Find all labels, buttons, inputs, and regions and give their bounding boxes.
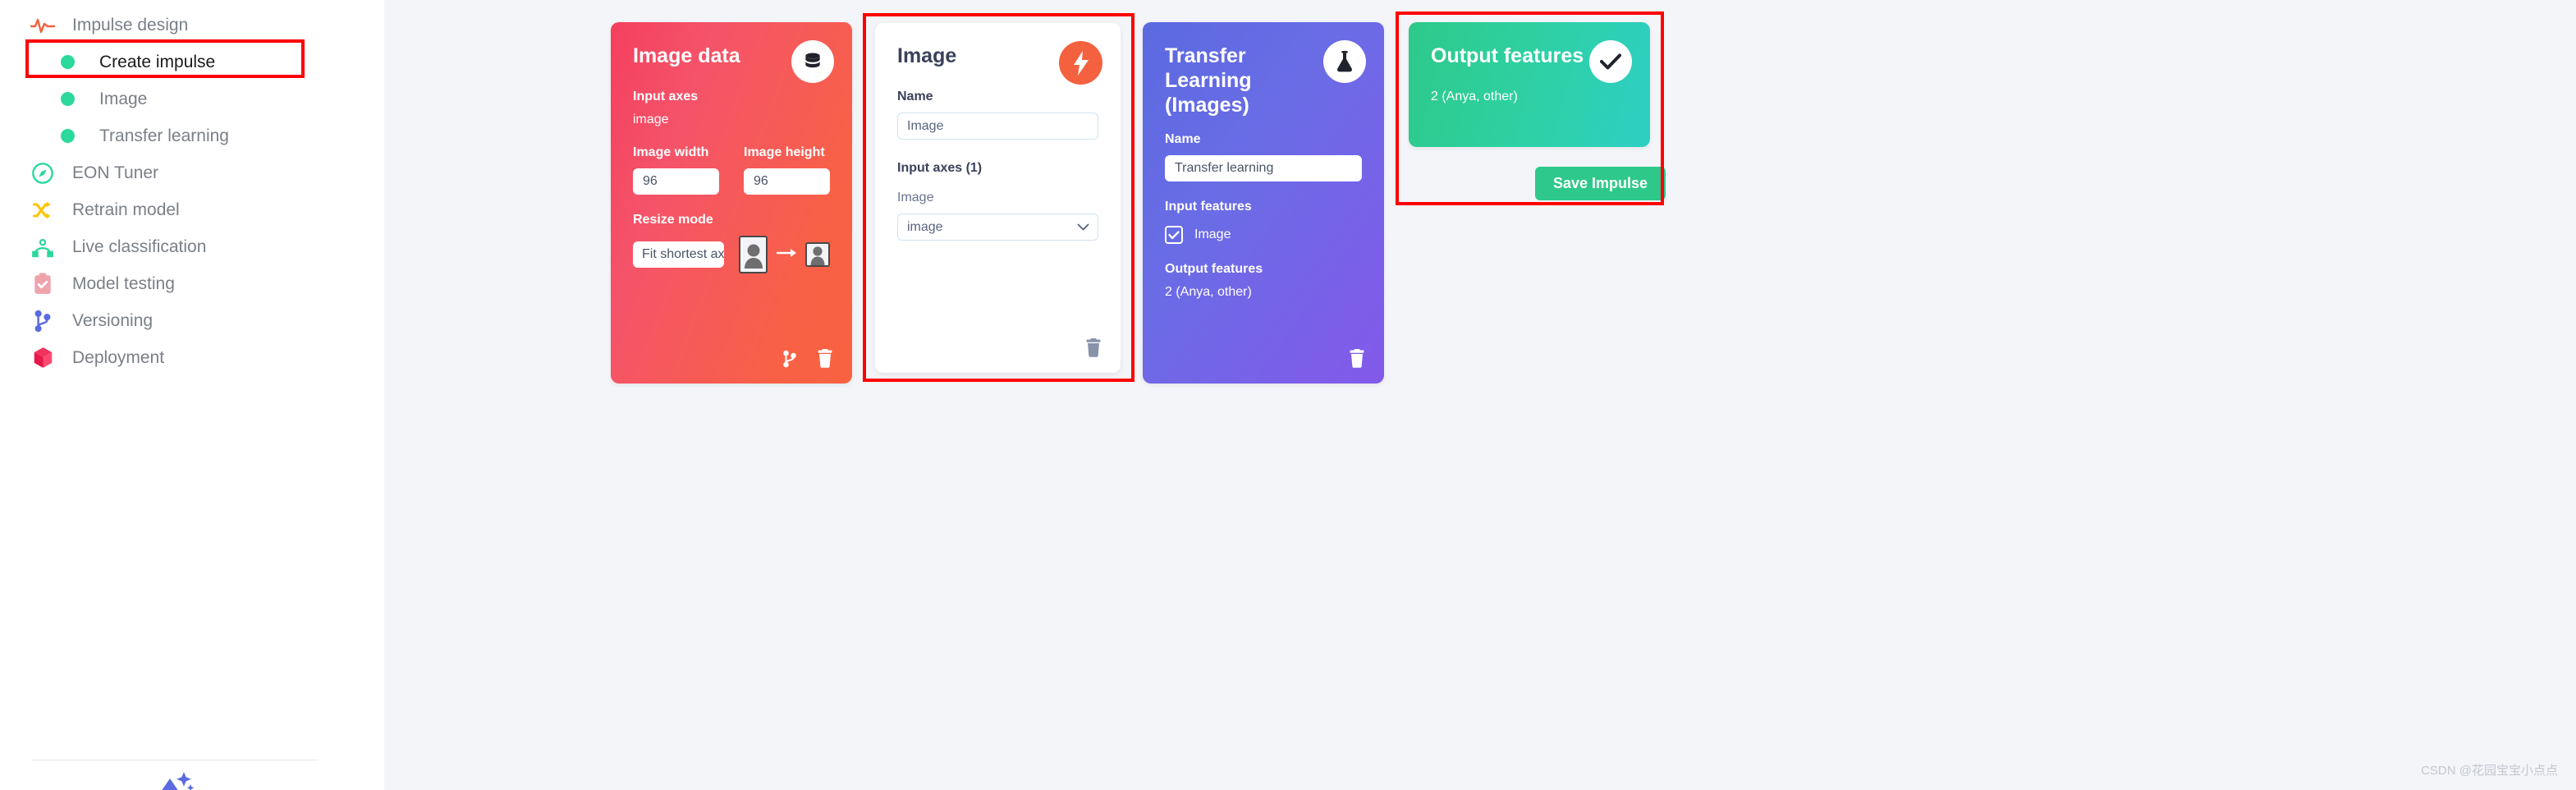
check-icon [1589, 40, 1632, 83]
image-width-label: Image width [633, 145, 709, 159]
sidebar-item-label: Deployment [72, 347, 165, 367]
database-icon [791, 40, 834, 83]
input-feature-label: Image [1194, 227, 1231, 241]
git-branch-icon[interactable] [782, 350, 798, 372]
sidebar-item-image[interactable]: Image [0, 80, 384, 117]
axis-select-value: image [907, 219, 943, 234]
name-input[interactable]: Transfer learning [1165, 155, 1362, 181]
sidebar-item-label: Create impulse [99, 52, 216, 71]
sidebar-item-create-impulse[interactable]: Create impulse [0, 44, 384, 80]
sidebar-item-label: EON Tuner [72, 163, 159, 182]
sidebar-item-label: Live classification [72, 237, 207, 256]
nodes-icon [25, 236, 61, 259]
sidebar-section-label: Impulse design [72, 15, 189, 34]
cube-icon [25, 347, 61, 370]
compass-icon [25, 162, 61, 185]
sidebar-item-retrain-model[interactable]: Retrain model [0, 191, 384, 228]
output-features-label: Output features [1165, 262, 1263, 276]
input-feature-row[interactable]: Image [1165, 226, 1362, 244]
status-dot-icon [61, 129, 75, 143]
sidebar-item-eon-tuner[interactable]: EON Tuner [0, 154, 384, 191]
magic-sparkle-icon[interactable] [156, 770, 195, 790]
input-axes-value: image [633, 113, 669, 126]
sidebar-section-impulse-design[interactable]: Impulse design [0, 7, 384, 44]
card-transfer-learning[interactable]: Transfer Learning (Images) Name Transfer… [1143, 22, 1384, 384]
sidebar-item-label: Image [99, 89, 148, 108]
axis-label: Image [897, 191, 934, 204]
sidebar-item-deployment[interactable]: Deployment [0, 339, 384, 376]
sidebar-item-transfer-learning[interactable]: Transfer learning [0, 117, 384, 154]
save-impulse-button[interactable]: Save Impulse [1535, 167, 1666, 200]
arrow-right-icon [776, 247, 797, 263]
watermark-text: CSDN @花园宝宝小点点 [2421, 764, 2558, 778]
card-footer-actions [1084, 338, 1102, 361]
name-label: Name [897, 90, 933, 103]
card-image-block[interactable]: Image Name Image Input axes (1) Image im… [875, 23, 1121, 373]
card-footer-actions [782, 349, 834, 372]
name-label: Name [1165, 132, 1201, 146]
resize-mode-select[interactable]: Fit shortest ax [633, 241, 724, 268]
sidebar-item-live-classification[interactable]: Live classification [0, 228, 384, 265]
sidebar-item-label: Model testing [72, 273, 175, 293]
input-axes-label: Input axes (1) [897, 161, 983, 175]
shuffle-icon [25, 199, 61, 222]
git-branch-icon [25, 310, 61, 333]
trash-icon[interactable] [816, 349, 834, 372]
status-dot-icon [61, 92, 75, 106]
sidebar-item-label: Versioning [72, 310, 154, 330]
sidebar-item-label: Transfer learning [99, 126, 229, 145]
resize-mode-label: Resize mode [633, 213, 713, 227]
name-input[interactable]: Image [897, 113, 1098, 140]
resize-mode-value: Fit shortest ax [642, 247, 724, 261]
sidebar-item-versioning[interactable]: Versioning [0, 302, 384, 339]
clipboard-check-icon [25, 273, 61, 296]
sidebar: Impulse design Create impulse Image Tran… [0, 0, 384, 790]
image-feature-checkbox[interactable] [1165, 226, 1183, 244]
trash-icon[interactable] [1348, 349, 1366, 372]
input-axes-label: Input axes [633, 90, 699, 103]
image-width-input[interactable]: 96 [633, 168, 719, 195]
output-features-value: 2 (Anya, other) [1431, 90, 1518, 103]
sidebar-item-model-testing[interactable]: Model testing [0, 265, 384, 302]
image-height-label: Image height [744, 145, 825, 159]
status-dot-icon [61, 55, 75, 69]
card-footer-actions [1348, 349, 1366, 372]
sidebar-item-label: Retrain model [72, 200, 180, 219]
trash-icon[interactable] [1084, 338, 1102, 361]
flask-icon [1323, 40, 1366, 83]
card-image-data[interactable]: Image data Input axes image Image width … [611, 22, 852, 384]
input-features-label: Input features [1165, 200, 1252, 214]
card-title: Transfer Learning (Images) [1165, 44, 1252, 117]
person-resize-preview [739, 236, 830, 273]
image-height-input[interactable]: 96 [744, 168, 830, 195]
axis-select[interactable]: image [897, 214, 1098, 241]
output-features-value: 2 (Anya, other) [1165, 285, 1252, 299]
impulse-design-page: Impulse design Create impulse Image Tran… [0, 0, 2576, 790]
impulse-blocks-area: Image data Input axes image Image width … [384, 0, 2576, 790]
pulse-icon [25, 16, 61, 34]
chevron-down-icon [1077, 220, 1089, 235]
lightning-bolt-icon [1059, 41, 1102, 85]
card-output-features: Output features 2 (Anya, other) [1409, 22, 1650, 147]
